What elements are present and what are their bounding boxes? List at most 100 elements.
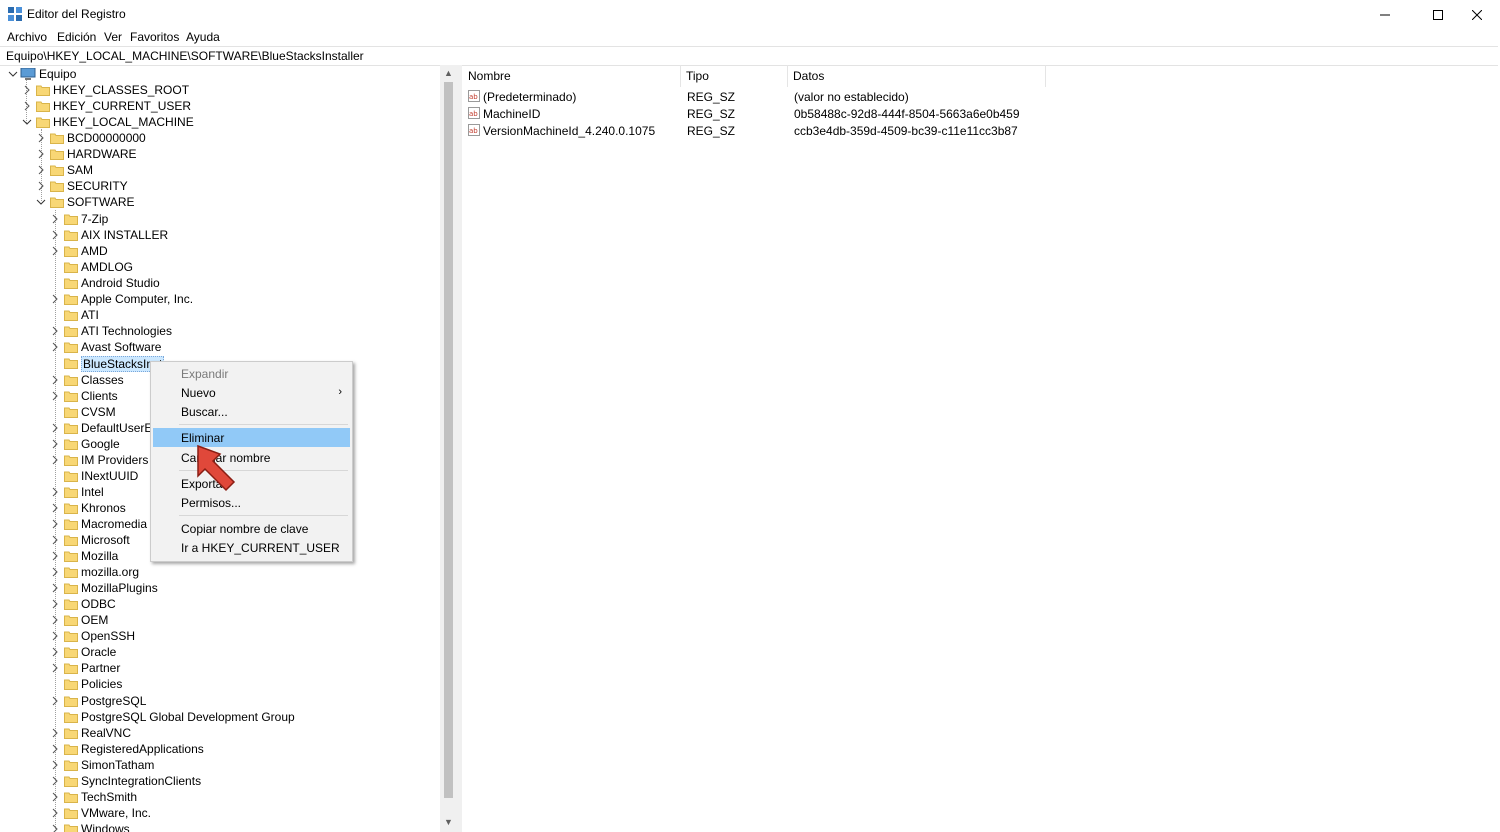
chevron-right-icon[interactable] [50, 551, 60, 561]
tree-item[interactable]: HKEY_CLASSES_ROOT [0, 82, 440, 98]
minimize-button[interactable] [1362, 0, 1408, 29]
chevron-right-icon[interactable] [36, 181, 46, 191]
tree-item-equipo[interactable]: Equipo [0, 66, 440, 82]
chevron-right-icon[interactable] [22, 101, 32, 111]
chevron-right-icon[interactable] [50, 391, 60, 401]
chevron-right-icon[interactable] [22, 85, 32, 95]
chevron-right-icon[interactable] [50, 776, 60, 786]
tree-item[interactable]: Policies [0, 676, 440, 692]
chevron-right-icon[interactable] [50, 326, 60, 336]
table-row[interactable]: ab MachineID REG_SZ 0b58488c-92d8-444f-8… [462, 105, 1062, 122]
tree-item[interactable]: SAM [0, 162, 440, 178]
tree-item[interactable]: AMDLOG [0, 259, 440, 275]
address-bar[interactable]: Equipo\HKEY_LOCAL_MACHINE\SOFTWARE\BlueS… [0, 46, 1498, 66]
tree-item[interactable]: AMD [0, 243, 440, 259]
chevron-right-icon[interactable] [50, 535, 60, 545]
scroll-up-icon[interactable]: ▲ [444, 69, 453, 78]
scroll-down-icon[interactable]: ▼ [444, 818, 453, 827]
column-name[interactable]: Nombre [462, 69, 511, 85]
column-type[interactable]: Tipo [680, 69, 709, 85]
chevron-down-icon[interactable] [8, 69, 18, 79]
chevron-right-icon[interactable] [50, 744, 60, 754]
tree-item[interactable]: ATI [0, 307, 440, 323]
chevron-right-icon[interactable] [50, 808, 60, 818]
chevron-right-icon[interactable] [50, 631, 60, 641]
menu-favoritos[interactable]: Favoritos [130, 30, 179, 44]
tree-item[interactable]: AIX INSTALLER [0, 227, 440, 243]
menu-item-permisos[interactable]: Permisos... [153, 493, 350, 512]
chevron-right-icon[interactable] [36, 149, 46, 159]
chevron-right-icon[interactable] [50, 663, 60, 673]
chevron-right-icon[interactable] [50, 824, 60, 832]
tree-item[interactable]: Oracle [0, 644, 440, 660]
menu-edicion[interactable]: Edición [57, 30, 96, 44]
values-pane[interactable]: Nombre Tipo Datos ab (Predeterminado) RE… [462, 65, 1500, 832]
tree-item[interactable]: SOFTWARE [0, 194, 440, 210]
menu-item-buscar[interactable]: Buscar... [153, 402, 350, 421]
chevron-right-icon[interactable] [50, 567, 60, 577]
chevron-right-icon[interactable] [50, 423, 60, 433]
menu-item-cambiar-nombre[interactable]: Cambiar nombre [153, 448, 350, 467]
menu-ayuda[interactable]: Ayuda [186, 30, 220, 44]
menu-item-nuevo[interactable]: Nuevo › [153, 383, 350, 402]
tree-item[interactable]: Avast Software [0, 339, 440, 355]
tree-item[interactable]: SimonTatham [0, 757, 440, 773]
chevron-right-icon[interactable] [36, 165, 46, 175]
chevron-right-icon[interactable] [50, 728, 60, 738]
tree-item[interactable]: TechSmith [0, 789, 440, 805]
tree-item[interactable]: HARDWARE [0, 146, 440, 162]
tree-item[interactable]: OpenSSH [0, 628, 440, 644]
chevron-right-icon[interactable] [50, 294, 60, 304]
tree-item[interactable]: RegisteredApplications [0, 741, 440, 757]
tree-item[interactable]: MozillaPlugins [0, 580, 440, 596]
tree-item[interactable]: mozilla.org [0, 564, 440, 580]
menu-item-eliminar[interactable]: Eliminar [153, 428, 350, 447]
tree-item[interactable]: SyncIntegrationClients [0, 773, 440, 789]
tree-item[interactable]: HKEY_CURRENT_USER [0, 98, 440, 114]
chevron-down-icon[interactable] [36, 197, 46, 207]
tree-item[interactable]: RealVNC [0, 725, 440, 741]
chevron-right-icon[interactable] [36, 133, 46, 143]
scrollbar-thumb[interactable] [444, 82, 453, 798]
menu-archivo[interactable]: Archivo [7, 30, 47, 44]
tree-item[interactable]: Apple Computer, Inc. [0, 291, 440, 307]
tree-item[interactable]: SECURITY [0, 178, 440, 194]
chevron-right-icon[interactable] [50, 615, 60, 625]
column-data[interactable]: Datos [787, 69, 824, 85]
tree-item[interactable]: ODBC [0, 596, 440, 612]
chevron-right-icon[interactable] [50, 439, 60, 449]
chevron-right-icon[interactable] [50, 214, 60, 224]
tree-item[interactable]: ATI Technologies [0, 323, 440, 339]
table-row[interactable]: ab VersionMachineId_4.240.0.1075 REG_SZ … [462, 122, 1062, 139]
menu-item-expandir[interactable]: Expandir [153, 364, 350, 383]
chevron-right-icon[interactable] [50, 760, 60, 770]
chevron-right-icon[interactable] [50, 519, 60, 529]
tree-item[interactable]: 7-Zip [0, 211, 440, 227]
chevron-right-icon[interactable] [50, 792, 60, 802]
table-row[interactable]: ab (Predeterminado) REG_SZ (valor no est… [462, 88, 1062, 105]
tree-item[interactable]: BCD00000000 [0, 130, 440, 146]
chevron-right-icon[interactable] [50, 455, 60, 465]
chevron-down-icon[interactable] [22, 117, 32, 127]
chevron-right-icon[interactable] [50, 647, 60, 657]
tree-item[interactable]: PostgreSQL Global Development Group [0, 709, 440, 725]
chevron-right-icon[interactable] [50, 246, 60, 256]
chevron-right-icon[interactable] [50, 503, 60, 513]
tree-item[interactable]: HKEY_LOCAL_MACHINE [0, 114, 440, 130]
tree-item[interactable]: Android Studio [0, 275, 440, 291]
close-button[interactable] [1454, 0, 1500, 29]
tree-item[interactable]: Windows [0, 821, 440, 832]
tree-item[interactable]: Partner [0, 660, 440, 676]
chevron-right-icon[interactable] [50, 230, 60, 240]
chevron-right-icon[interactable] [50, 696, 60, 706]
chevron-right-icon[interactable] [50, 583, 60, 593]
tree-item[interactable]: OEM [0, 612, 440, 628]
menu-ver[interactable]: Ver [104, 30, 122, 44]
menu-item-exportar[interactable]: Exportar [153, 474, 350, 493]
chevron-right-icon[interactable] [50, 342, 60, 352]
menu-item-ir-hkcu[interactable]: Ir a HKEY_CURRENT_USER [153, 538, 350, 557]
chevron-right-icon[interactable] [50, 375, 60, 385]
menu-item-copiar-nombre[interactable]: Copiar nombre de clave [153, 519, 350, 538]
tree-scrollbar[interactable]: ▲ ▼ [440, 65, 457, 832]
chevron-right-icon[interactable] [50, 487, 60, 497]
